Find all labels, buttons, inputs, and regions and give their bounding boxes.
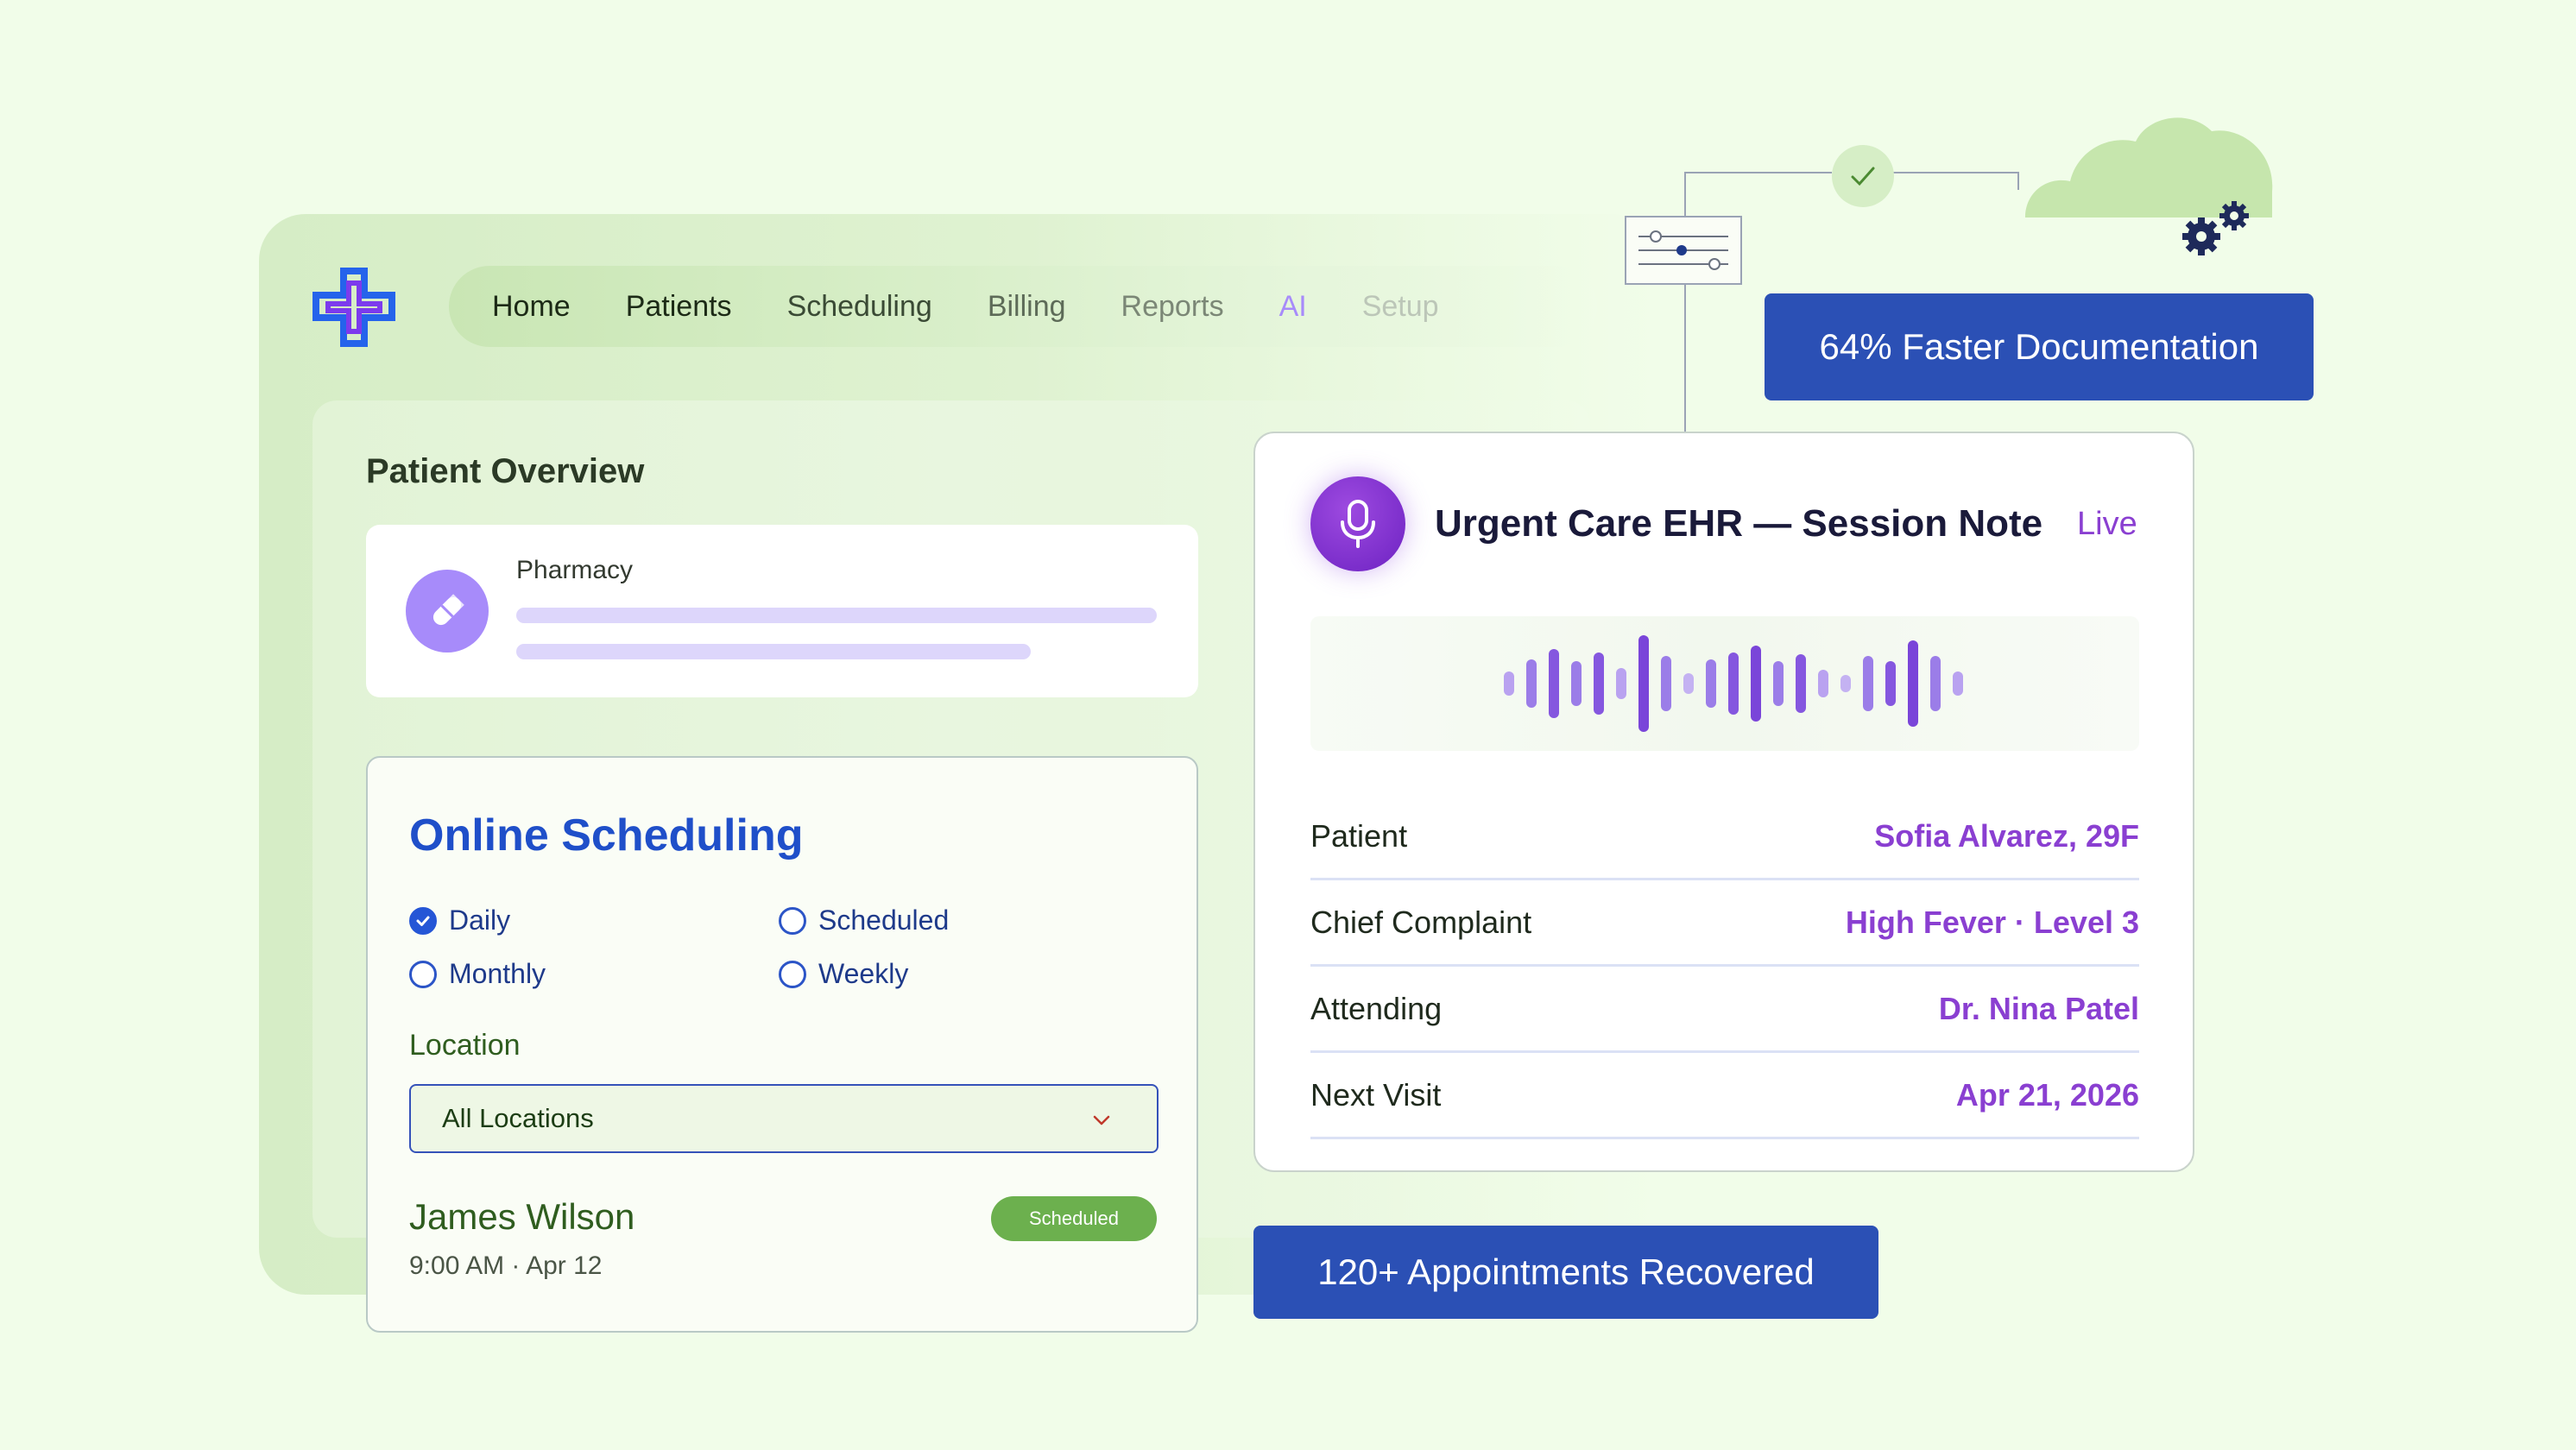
option-label: Daily [449,905,511,936]
option-monthly[interactable]: Monthly [409,958,546,990]
pharmacy-card[interactable]: Pharmacy [366,525,1198,697]
nav-scheduling[interactable]: Scheduling [787,290,932,324]
appointment-patient-name[interactable]: James Wilson [409,1196,635,1238]
gears-icon [2182,201,2249,255]
field-row-next-visit: Next Visit Apr 21, 2026 [1310,1053,2139,1139]
radio-icon[interactable] [779,906,806,935]
waveform-panel [1310,616,2139,751]
online-scheduling-card: Online Scheduling Daily Scheduled Monthl… [366,756,1198,1333]
pharmacy-label: Pharmacy [516,556,634,584]
checked-radio-icon[interactable] [409,906,437,935]
option-daily[interactable]: Daily [409,905,510,936]
field-label: Chief Complaint [1310,905,1532,940]
scheduling-title: Online Scheduling [409,810,804,861]
nav-home[interactable]: Home [492,290,571,324]
field-value[interactable]: High Fever · Level 3 [1846,905,2139,941]
microphone-button[interactable] [1310,476,1405,571]
appointment-time: 9:00 AM · Apr 12 [409,1251,603,1280]
radio-icon[interactable] [779,960,806,988]
option-scheduled[interactable]: Scheduled [779,905,949,936]
nav-setup[interactable]: Setup [1362,290,1439,324]
appointments-stat-badge: 120+ Appointments Recovered [1253,1226,1878,1319]
radio-icon[interactable] [409,960,437,988]
sliders-icon [1625,216,1742,285]
microphone-icon [1341,500,1375,548]
field-row-patient: Patient Sofia Alvarez, 29F [1310,794,2139,880]
chevron-down-icon [1093,1115,1110,1125]
documentation-stat-badge: 64% Faster Documentation [1765,293,2314,400]
session-note-card: Urgent Care EHR — Session Note Live Pati… [1253,432,2194,1172]
checkmark-icon [1832,145,1894,207]
main-nav: Home Patients Scheduling Billing Reports… [449,266,1597,347]
waveform-icon [1504,635,1963,732]
field-row-chief-complaint: Chief Complaint High Fever · Level 3 [1310,880,2139,967]
nav-patients[interactable]: Patients [626,290,732,324]
option-label: Scheduled [818,905,950,936]
location-select[interactable]: All Locations [409,1084,1159,1153]
field-label: Next Visit [1310,1077,1442,1113]
nav-ai[interactable]: AI [1279,290,1307,324]
status-badge: Scheduled [991,1196,1157,1241]
field-value[interactable]: Dr. Nina Patel [1939,991,2139,1027]
field-value[interactable]: Apr 21, 2026 [1956,1077,2139,1113]
live-indicator: Live [2077,506,2137,542]
session-note-title: Urgent Care EHR — Session Note [1435,502,2043,545]
field-row-attending: Attending Dr. Nina Patel [1310,967,2139,1053]
page-title: Patient Overview [366,452,645,490]
option-label: Weekly [818,958,909,989]
medical-cross-logo-icon[interactable] [311,266,399,349]
skeleton-line [516,644,1031,659]
nav-reports[interactable]: Reports [1121,290,1224,324]
option-weekly[interactable]: Weekly [779,958,908,990]
skeleton-line [516,608,1157,623]
location-value: All Locations [442,1103,594,1133]
field-value[interactable]: Sofia Alvarez, 29F [1874,818,2139,854]
field-label: Patient [1310,818,1408,854]
option-label: Monthly [449,958,546,989]
nav-billing[interactable]: Billing [988,290,1066,324]
pill-icon [406,570,489,652]
field-label: Attending [1310,991,1443,1026]
location-label: Location [409,1029,521,1062]
